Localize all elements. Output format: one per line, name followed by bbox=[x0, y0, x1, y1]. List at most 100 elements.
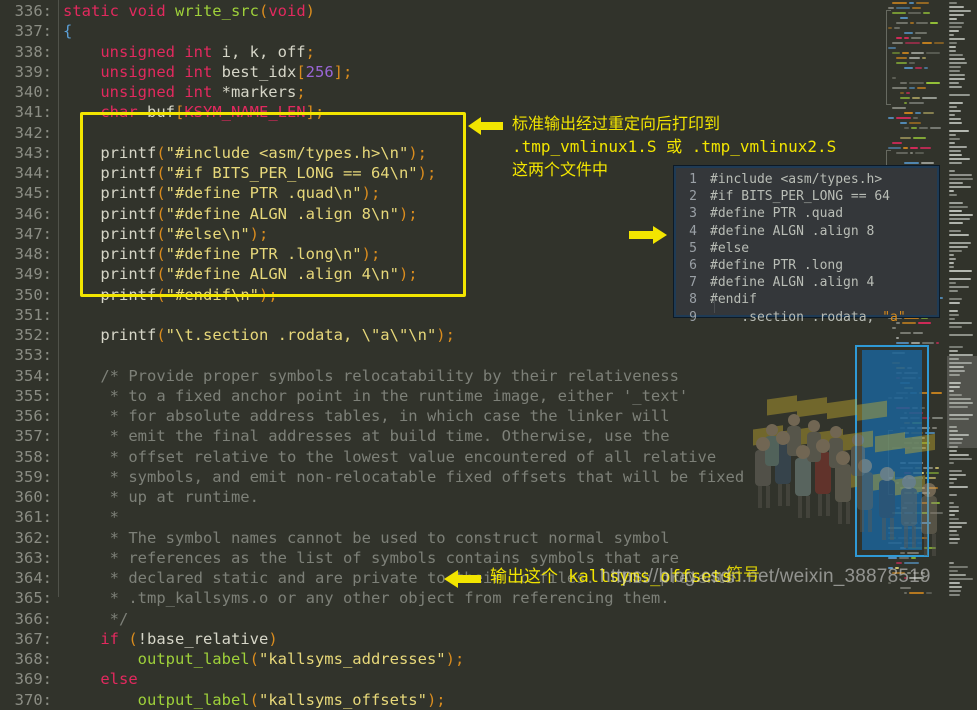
preview-code-line: #define ALGN .align 4 bbox=[710, 274, 937, 291]
code-token: ]; bbox=[333, 62, 353, 81]
code-editor[interactable]: 336: 337: 338: 339: 340: 341: 342: 343: 344: 345:… bbox=[0, 0, 977, 709]
code-token: ( bbox=[156, 204, 166, 223]
code-line[interactable]: static void write_src(void) bbox=[63, 1, 893, 21]
code-token: static void bbox=[63, 2, 175, 20]
code-token: ); bbox=[426, 690, 446, 709]
overview-ruler-tick bbox=[949, 58, 965, 60]
preview-code-line: #include <asm/types.h> bbox=[710, 171, 937, 188]
code-token: *markers bbox=[212, 83, 297, 101]
overview-ruler-tick bbox=[949, 442, 962, 444]
source-code-area[interactable]: static void write_src(void){ unsigned in… bbox=[63, 0, 893, 710]
overview-ruler-tick bbox=[949, 30, 959, 32]
code-line[interactable]: output_label("kallsyms_offsets"); bbox=[63, 690, 893, 710]
code-line[interactable]: * references as the list of symbols cont… bbox=[63, 548, 893, 568]
code-line[interactable]: printf("\t.section .rodata, \"a\"\n"); bbox=[63, 325, 893, 345]
code-line[interactable]: /* Provide proper symbols relocatability… bbox=[63, 366, 893, 386]
preview-code-text-span: #include <asm/types.h> bbox=[710, 172, 883, 187]
code-line[interactable]: * .tmp_kallsyms.o or any other object fr… bbox=[63, 588, 893, 608]
code-token: "#define PTR .long\n" bbox=[165, 245, 362, 263]
preview-line-number: 8 bbox=[689, 292, 697, 308]
minimap-line-segment bbox=[923, 112, 934, 114]
overview-ruler-tick bbox=[949, 362, 972, 364]
overview-ruler-tick bbox=[949, 414, 973, 416]
overview-ruler-tick bbox=[949, 478, 957, 480]
code-token: ); bbox=[361, 184, 381, 203]
line-number: 344: bbox=[14, 164, 52, 182]
code-line[interactable]: * to a fixed anchor point in the runtime… bbox=[63, 386, 893, 406]
minimap-line-segment bbox=[900, 82, 907, 84]
code-line[interactable] bbox=[63, 345, 893, 365]
overview-ruler-tick bbox=[949, 190, 954, 192]
code-line[interactable]: unsigned int *markers; bbox=[63, 82, 893, 102]
code-token: * up at runtime. bbox=[63, 488, 259, 506]
code-line[interactable]: */ bbox=[63, 609, 893, 629]
preview-code-line: #define ALGN .align 8 bbox=[710, 223, 937, 240]
code-token: * references as the list of symbols cont… bbox=[63, 548, 679, 567]
minimap-line-segment bbox=[911, 127, 917, 129]
minimap-line-segment bbox=[934, 42, 944, 44]
minimap-line-segment bbox=[909, 57, 920, 59]
code-line[interactable]: output_label("kallsyms_addresses"); bbox=[63, 649, 893, 669]
code-line[interactable]: * offset relative to the lowest value en… bbox=[63, 447, 893, 467]
overview-ruler-tick bbox=[949, 354, 973, 356]
minimap-line-segment bbox=[900, 17, 908, 19]
minimap-line-segment bbox=[908, 12, 921, 14]
code-token: "#define ALGN .align 4\n" bbox=[165, 265, 399, 284]
code-line[interactable]: * symbols, and emit non-relocatable fixe… bbox=[63, 467, 893, 487]
overview-ruler-scrollbar[interactable] bbox=[947, 0, 977, 597]
overview-ruler-tick bbox=[949, 158, 970, 160]
overview-ruler-tick bbox=[949, 38, 965, 40]
minimap-line-segment bbox=[911, 37, 921, 39]
overview-ruler-tick bbox=[949, 118, 961, 120]
overview-ruler-tick bbox=[949, 370, 965, 372]
overview-ruler-tick bbox=[949, 438, 963, 440]
code-token: buf bbox=[137, 103, 175, 122]
code-line[interactable]: unsigned int best_idx[256]; bbox=[63, 62, 893, 82]
minimap-line-segment bbox=[932, 417, 943, 419]
preview-line-number: 3 bbox=[689, 206, 697, 222]
minimap-line-segment bbox=[915, 32, 927, 34]
preview-code-text-span: .section .rodata, bbox=[710, 309, 883, 325]
line-number: 359: bbox=[14, 467, 52, 486]
preview-line-number: 4 bbox=[689, 223, 697, 239]
overview-ruler-tick bbox=[949, 534, 959, 536]
code-token: ; bbox=[296, 83, 306, 101]
minimap-line-segment bbox=[904, 127, 909, 129]
code-line[interactable]: * The symbol names cannot be used to con… bbox=[63, 528, 893, 548]
line-number: 370: bbox=[14, 690, 52, 709]
overview-ruler-tick bbox=[949, 246, 968, 248]
line-number: 367: bbox=[14, 629, 52, 648]
code-token: printf bbox=[63, 143, 157, 162]
overview-ruler-tick bbox=[949, 202, 963, 204]
code-line[interactable]: * for absolute address tables, in which … bbox=[63, 406, 893, 426]
overview-ruler-tick bbox=[949, 394, 962, 396]
code-line[interactable]: * bbox=[63, 507, 893, 527]
minimap-selection-outline bbox=[855, 345, 929, 557]
minimap-line-segment bbox=[909, 82, 924, 84]
code-line[interactable]: { bbox=[63, 21, 893, 41]
minimap-line-segment bbox=[896, 57, 907, 59]
minimap-line-segment bbox=[921, 162, 934, 164]
line-number: 347: bbox=[14, 224, 52, 243]
code-line[interactable]: unsigned int i, k, off; bbox=[63, 42, 893, 62]
line-number: 336: bbox=[14, 2, 52, 20]
code-token: else bbox=[100, 670, 138, 689]
overview-ruler-tick bbox=[949, 34, 954, 36]
left-arrow-icon bbox=[468, 115, 504, 137]
minimap-line-segment bbox=[911, 557, 916, 559]
minimap-line-segment bbox=[892, 327, 896, 329]
code-line[interactable]: * emit the final addresses at build time… bbox=[63, 426, 893, 446]
generated-output-preview-panel[interactable]: 1 2345 6789 #include <asm/types.h> #if BITS… bbox=[674, 166, 939, 325]
overview-ruler-tick bbox=[949, 214, 973, 216]
code-line[interactable]: else bbox=[63, 669, 893, 689]
code-line[interactable]: if (!base_relative) bbox=[63, 629, 893, 649]
minimap-line-segment bbox=[935, 467, 939, 469]
minimap-line-segment bbox=[916, 22, 928, 24]
overview-ruler-tick bbox=[949, 282, 956, 284]
overview-ruler-tick bbox=[949, 22, 964, 24]
line-number: 348: bbox=[14, 245, 52, 263]
code-token: KSYM_NAME_LEN bbox=[184, 103, 306, 122]
minimap-line-segment bbox=[922, 342, 934, 344]
code-line[interactable]: * up at runtime. bbox=[63, 487, 893, 507]
